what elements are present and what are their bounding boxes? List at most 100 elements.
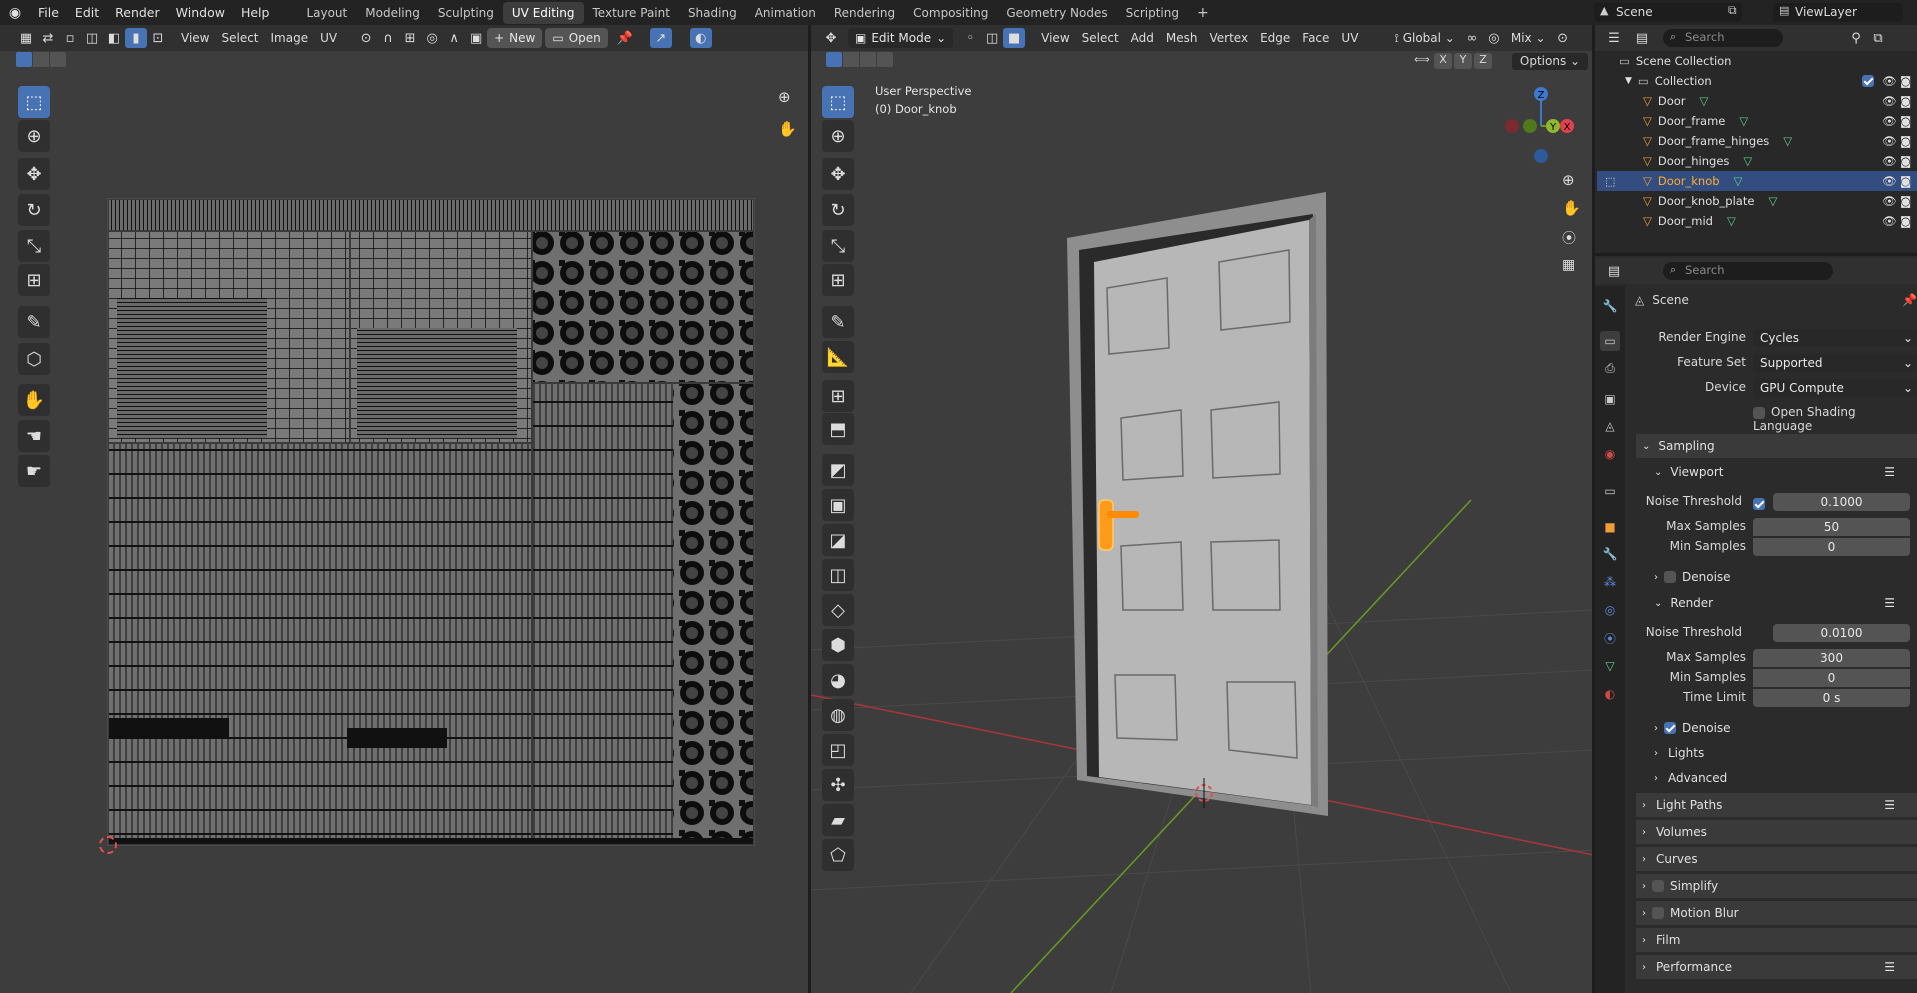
vp-menu-vertex[interactable]: Vertex xyxy=(1204,28,1255,48)
new-scene-icon[interactable]: ⧉ xyxy=(1728,3,1737,18)
zoom-icon[interactable]: ⊕ xyxy=(778,88,791,106)
vp-menu-edge[interactable]: Edge xyxy=(1254,28,1296,48)
scene-selector[interactable]: Scene xyxy=(1594,3,1742,22)
world-tab-icon[interactable]: ◉ xyxy=(1600,444,1620,464)
options-button[interactable]: Options ⌄ xyxy=(1512,53,1588,70)
particles-tab-icon[interactable]: ⁂ xyxy=(1600,572,1620,592)
outliner-item-door-knob-plate[interactable]: ▽ Door_knob_plate ▽ 👁 ◙ xyxy=(1597,191,1917,211)
vp-pan-icon[interactable]: ✋ xyxy=(1562,199,1581,217)
render-tab-icon[interactable]: ▭ xyxy=(1600,331,1620,351)
presets-icon[interactable]: ☰ xyxy=(1884,596,1895,610)
outliner-item-door-frame-hinges[interactable]: ▽ Door_frame_hinges ▽ 👁 ◙ xyxy=(1597,131,1917,151)
time-limit-field[interactable]: 0 s xyxy=(1753,689,1910,707)
menu-file[interactable]: File xyxy=(30,0,67,25)
poly-build-tool[interactable]: ⬢ xyxy=(822,629,854,661)
curves-panel[interactable]: › Curves xyxy=(1636,847,1917,871)
collection-tab-icon[interactable]: ▭ xyxy=(1600,481,1620,501)
mirror-y-toggle[interactable]: Y xyxy=(1454,53,1472,69)
new-image-button[interactable]: + New xyxy=(487,28,543,48)
film-panel[interactable]: › Film xyxy=(1636,928,1917,952)
falloff-icon[interactable]: ∧ xyxy=(443,28,465,48)
render-engine-dropdown[interactable]: Cycles ⌄ xyxy=(1753,329,1917,347)
scene-tab-icon[interactable]: ◬ xyxy=(1600,416,1620,436)
vp-move-tool[interactable]: ✥ xyxy=(822,158,854,190)
collection-row[interactable]: ▼ ▭ Collection 👁 ◙ xyxy=(1597,71,1917,91)
render-denoise-checkbox[interactable] xyxy=(1664,722,1676,734)
simplify-panel[interactable]: › Simplify xyxy=(1636,874,1917,898)
outliner-search-input[interactable]: Search xyxy=(1685,30,1725,44)
item-camera-icon[interactable]: ◙ xyxy=(1900,174,1911,188)
sticky-select-icon[interactable]: ⊡ xyxy=(147,28,169,48)
vp-rotate-tool[interactable]: ↻ xyxy=(822,194,854,226)
sampling-panel-header[interactable]: ⌄ Sampling xyxy=(1636,434,1917,458)
measure-tool[interactable]: 📐 xyxy=(822,341,854,373)
tab-texture-paint[interactable]: Texture Paint xyxy=(584,2,679,24)
knife-tool[interactable]: ◇ xyxy=(822,594,854,626)
item-camera-icon[interactable]: ◙ xyxy=(1900,214,1911,228)
vp-transform-tool[interactable]: ⊞ xyxy=(822,264,854,296)
item-camera-icon[interactable]: ◙ xyxy=(1900,154,1911,168)
osl-checkbox[interactable] xyxy=(1753,406,1765,419)
feature-set-dropdown[interactable]: Supported ⌄ xyxy=(1753,354,1917,372)
menu-render[interactable]: Render xyxy=(107,0,168,25)
relax-tool[interactable]: ☚ xyxy=(18,420,50,452)
view-layer-tab-icon[interactable]: ▣ xyxy=(1600,389,1620,409)
grab-tool[interactable]: ✋ xyxy=(18,384,50,416)
item-eye-icon[interactable]: 👁 xyxy=(1882,114,1897,128)
mirror-x-toggle[interactable]: X xyxy=(1434,53,1452,69)
sync-selection-icon[interactable]: ⇄ xyxy=(37,28,59,48)
scale-tool[interactable]: ⤡ xyxy=(18,230,50,262)
edge-mode-icon[interactable]: ◫ xyxy=(981,28,1003,48)
physics-tab-icon[interactable]: ◎ xyxy=(1600,600,1620,620)
xray-icon[interactable]: ⊙ xyxy=(1552,28,1574,48)
rotate-tool[interactable]: ↻ xyxy=(18,194,50,226)
vp-select-new-icon[interactable] xyxy=(826,52,842,67)
item-eye-icon[interactable]: 👁 xyxy=(1882,174,1897,188)
tab-compositing[interactable]: Compositing xyxy=(904,2,997,24)
display-mode-icon[interactable]: ▤ xyxy=(1631,28,1653,48)
tab-scripting[interactable]: Scripting xyxy=(1117,2,1188,24)
filter-icon[interactable]: ⚲ xyxy=(1845,28,1867,48)
viewport-max-samples-field[interactable]: 50 xyxy=(1753,518,1910,536)
vp-menu-uv[interactable]: UV xyxy=(1335,28,1364,48)
add-workspace-icon[interactable]: + xyxy=(1188,2,1218,24)
navigation-gizmo[interactable]: Z Y X xyxy=(1498,84,1584,170)
outliner-item-door-mid[interactable]: ▽ Door_mid ▽ 👁 ◙ xyxy=(1597,211,1917,231)
performance-panel[interactable]: › Performance ☰ xyxy=(1636,955,1917,979)
snap-target-icon[interactable]: ⊞ xyxy=(399,28,421,48)
object-tab-icon[interactable]: ■ xyxy=(1600,517,1620,537)
simplify-checkbox[interactable] xyxy=(1652,880,1664,892)
vp-select-extend-icon[interactable] xyxy=(843,52,859,67)
vp-menu-view[interactable]: View xyxy=(1035,28,1075,48)
outliner-item-door[interactable]: ▽ Door ▽ 👁 ◙ xyxy=(1597,91,1917,111)
pivot-icon[interactable]: ⊙ xyxy=(355,28,377,48)
pin-context-icon[interactable]: 📌 xyxy=(1902,293,1917,307)
render-noise-threshold-field[interactable]: 0.0100 xyxy=(1773,624,1910,642)
item-camera-icon[interactable]: ◙ xyxy=(1900,134,1911,148)
snap-3d-icon[interactable]: ∞ xyxy=(1461,28,1483,48)
presets-icon[interactable]: ☰ xyxy=(1884,960,1895,974)
scene-collection-row[interactable]: ▭ Scene Collection xyxy=(1597,51,1917,71)
edge-slide-tool[interactable]: ◰ xyxy=(822,734,854,766)
viewport-noise-threshold-checkbox[interactable] xyxy=(1753,497,1765,510)
collection-camera-icon[interactable]: ◙ xyxy=(1900,74,1911,88)
properties-type-icon[interactable]: ▤ xyxy=(1603,261,1625,281)
viewport-subpanel-header[interactable]: ⌄ Viewport ☰ xyxy=(1636,460,1917,484)
output-tab-icon[interactable]: ⎙ xyxy=(1600,358,1620,378)
vp-zoom-icon[interactable]: ⊕ xyxy=(1562,171,1575,189)
advanced-subpanel[interactable]: › Advanced xyxy=(1636,766,1917,790)
smooth-tool[interactable]: ◍ xyxy=(822,699,854,731)
mirror-z-toggle[interactable]: Z xyxy=(1474,53,1492,69)
render-min-samples-field[interactable]: 0 xyxy=(1753,669,1910,687)
tab-sculpting[interactable]: Sculpting xyxy=(429,2,503,24)
uv-menu-image[interactable]: Image xyxy=(265,28,315,48)
viewport-noise-threshold-field[interactable]: 0.1000 xyxy=(1773,493,1910,511)
presets-icon[interactable]: ☰ xyxy=(1884,465,1895,479)
camera-view-icon[interactable]: ⦿ xyxy=(1562,228,1576,248)
pinch-tool[interactable]: ☛ xyxy=(18,455,50,487)
mesh-data-tab-icon[interactable]: ▽ xyxy=(1600,656,1620,676)
volumes-panel[interactable]: › Volumes xyxy=(1636,820,1917,844)
menu-edit[interactable]: Edit xyxy=(67,0,107,25)
vp-annotate-tool[interactable]: ✎ xyxy=(822,306,854,338)
edit-mode-indicator-icon[interactable]: ⬚ xyxy=(1605,175,1615,188)
